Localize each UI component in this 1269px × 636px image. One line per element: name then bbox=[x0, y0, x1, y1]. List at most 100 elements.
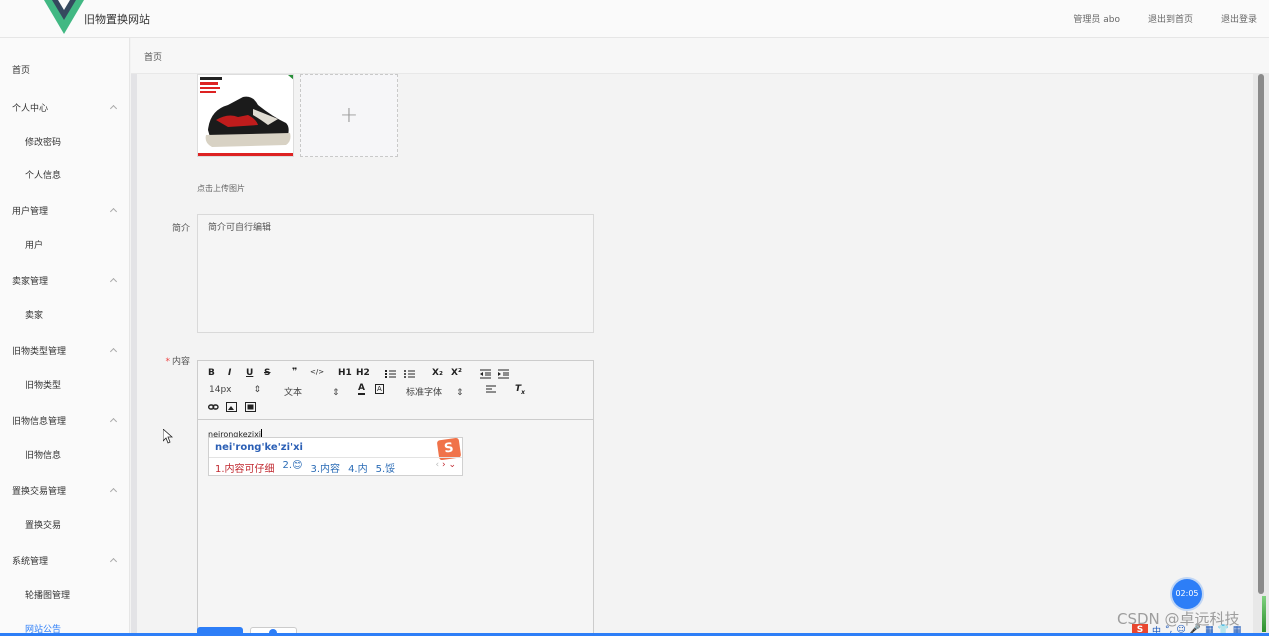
h2-button[interactable]: H2 bbox=[356, 368, 370, 378]
header-select[interactable]: 文本 ⇕ bbox=[284, 385, 340, 398]
breadcrumb[interactable]: 首页 bbox=[144, 50, 162, 63]
sidebar-group[interactable]: 卖家管理 bbox=[0, 265, 130, 295]
uploaded-image-thumbnail[interactable] bbox=[197, 74, 294, 157]
strike-button[interactable]: S bbox=[264, 368, 270, 378]
logout-link[interactable]: 退出登录 bbox=[1221, 12, 1257, 25]
sidebar-item-label: 旧物信息 bbox=[25, 450, 62, 461]
chevron-up-icon bbox=[109, 207, 118, 216]
plus-icon: + bbox=[339, 103, 359, 128]
select-arrows-icon: ⇕ bbox=[456, 388, 464, 398]
sidebar-group[interactable]: 置换交易管理 bbox=[0, 475, 130, 505]
recording-timer[interactable]: 02:05 bbox=[1172, 579, 1202, 609]
sidebar-item[interactable]: 卖家 bbox=[0, 299, 130, 329]
h1-button[interactable]: H1 bbox=[338, 368, 352, 378]
chevron-up-icon bbox=[109, 417, 118, 426]
blockquote-button[interactable]: ❞ bbox=[292, 367, 297, 377]
bullet-list-icon[interactable] bbox=[404, 369, 415, 379]
chevron-up-icon bbox=[109, 487, 118, 496]
sidebar-group[interactable]: 系统管理 bbox=[0, 545, 130, 575]
chevron-right-icon[interactable]: › bbox=[442, 460, 446, 470]
ime-page-nav[interactable]: ‹ › ⌄ bbox=[435, 460, 456, 470]
ime-candidate[interactable]: 4.内 bbox=[348, 460, 368, 475]
sidebar-item-label: 旧物类型管理 bbox=[12, 346, 67, 357]
sidebar-item[interactable]: 用户 bbox=[0, 229, 130, 259]
ime-candidate[interactable]: 3.内容 bbox=[311, 460, 341, 475]
breadcrumb-bar: 首页 bbox=[131, 38, 1269, 74]
sidebar-item-label: 置换交易管理 bbox=[12, 486, 67, 497]
sidebar-item-label: 系统管理 bbox=[12, 556, 49, 567]
upload-image-button[interactable]: + bbox=[300, 74, 398, 157]
sidebar-item-label: 用户 bbox=[25, 240, 44, 251]
select-arrows-icon: ⇕ bbox=[332, 388, 340, 398]
link-icon[interactable] bbox=[208, 402, 219, 412]
ime-candidate[interactable]: 1.内容可仔细 bbox=[215, 460, 275, 475]
volume-meter bbox=[1262, 596, 1266, 632]
ime-candidate[interactable]: 5.馁 bbox=[376, 460, 396, 475]
ime-candidate[interactable]: 2.😊 bbox=[283, 460, 303, 475]
sidebar-item[interactable]: 旧物类型 bbox=[0, 369, 130, 399]
ime-candidates: 1.内容可仔细 2.😊 3.内容 4.内 5.馁 bbox=[215, 460, 395, 475]
top-header: 旧物置换网站 管理员 abo 退出到首页 退出登录 bbox=[0, 0, 1269, 38]
header-links: 管理员 abo 退出到首页 退出登录 bbox=[1073, 12, 1257, 25]
ime-candidate-window[interactable]: nei'rong'ke'zi'xi S 1.内容可仔细 2.😊 3.内容 4.内… bbox=[208, 437, 463, 476]
image-icon[interactable] bbox=[226, 402, 237, 412]
chevron-up-icon bbox=[109, 347, 118, 356]
sidebar-item-label: 旧物信息管理 bbox=[12, 416, 67, 427]
sidebar-item-label: 卖家管理 bbox=[12, 276, 49, 287]
intro-textarea[interactable]: 简介可自行编辑 bbox=[197, 214, 594, 333]
chevron-left-icon[interactable]: ‹ bbox=[435, 460, 439, 470]
back-to-home-link[interactable]: 退出到首页 bbox=[1148, 12, 1193, 25]
intro-label: 简介 bbox=[171, 224, 190, 234]
superscript-button[interactable]: X² bbox=[451, 368, 462, 378]
sidebar-item-label: 个人中心 bbox=[12, 103, 49, 114]
code-block-button[interactable]: </> bbox=[310, 368, 324, 376]
sidebar-item[interactable]: 个人信息 bbox=[0, 159, 130, 189]
sidebar-item-label: 用户管理 bbox=[12, 206, 49, 217]
admin-user-label[interactable]: 管理员 abo bbox=[1073, 12, 1120, 25]
underline-button[interactable]: U bbox=[246, 368, 253, 378]
editor-toolbar: B I U S ❞ </> H1 H2 X₂ X² 14px ⇕ 文本 ⇕ A A … bbox=[198, 361, 593, 420]
vertical-scrollbar[interactable] bbox=[1253, 74, 1269, 636]
bold-button[interactable]: B bbox=[208, 368, 215, 378]
sidebar-item-label: 轮播图管理 bbox=[25, 590, 71, 601]
sidebar: 首页个人中心修改密码个人信息用户管理用户卖家管理卖家旧物类型管理旧物类型旧物信息… bbox=[0, 38, 130, 636]
sidebar-group[interactable]: 用户管理 bbox=[0, 195, 130, 225]
select-arrows-icon: ⇕ bbox=[253, 385, 262, 395]
font-family-select[interactable]: 标准字体 ⇕ bbox=[406, 385, 464, 398]
sidebar-item[interactable]: 旧物信息 bbox=[0, 439, 130, 469]
clear-format-icon[interactable]: Tx bbox=[515, 384, 525, 396]
sidebar-item[interactable]: 置换交易 bbox=[0, 509, 130, 539]
sneaker-image bbox=[198, 75, 293, 156]
italic-button[interactable]: I bbox=[228, 368, 231, 378]
sidebar-group[interactable]: 个人中心 bbox=[0, 92, 130, 122]
chevron-up-icon bbox=[109, 104, 118, 113]
font-family-value: 标准字体 bbox=[406, 388, 443, 398]
align-left-icon[interactable] bbox=[486, 385, 496, 395]
outdent-icon[interactable] bbox=[480, 369, 491, 379]
font-size-select[interactable]: 14px ⇕ bbox=[209, 385, 261, 395]
chevron-up-icon bbox=[109, 277, 118, 286]
video-icon[interactable] bbox=[245, 402, 256, 412]
sidebar-item[interactable]: 修改密码 bbox=[0, 126, 130, 156]
sidebar-item[interactable]: 轮播图管理 bbox=[0, 579, 130, 609]
indent-icon[interactable] bbox=[498, 369, 509, 379]
header-value: 文本 bbox=[284, 388, 303, 398]
sidebar-item-label: 首页 bbox=[12, 65, 31, 76]
sidebar-group[interactable]: 首页 bbox=[0, 54, 130, 84]
required-mark: * bbox=[165, 357, 170, 367]
font-size-value: 14px bbox=[209, 385, 232, 395]
sidebar-group[interactable]: 旧物类型管理 bbox=[0, 335, 130, 365]
sidebar-group[interactable]: 旧物信息管理 bbox=[0, 405, 130, 435]
ordered-list-icon[interactable] bbox=[385, 369, 396, 379]
chevron-down-icon[interactable]: ⌄ bbox=[448, 460, 456, 470]
sidebar-item-label: 旧物类型 bbox=[25, 380, 62, 391]
font-color-icon[interactable]: A bbox=[358, 384, 365, 395]
rich-text-editor[interactable]: B I U S ❞ </> H1 H2 X₂ X² 14px ⇕ 文本 ⇕ A A … bbox=[197, 360, 594, 636]
sidebar-item-label: 置换交易 bbox=[25, 520, 62, 531]
subscript-button[interactable]: X₂ bbox=[432, 368, 443, 378]
background-color-icon[interactable]: A bbox=[375, 384, 384, 394]
scrollbar-thumb[interactable] bbox=[1258, 74, 1264, 594]
upload-hint: 点击上传图片 bbox=[197, 184, 245, 193]
ime-divider bbox=[209, 457, 462, 458]
sidebar-item-label: 个人信息 bbox=[25, 170, 62, 181]
